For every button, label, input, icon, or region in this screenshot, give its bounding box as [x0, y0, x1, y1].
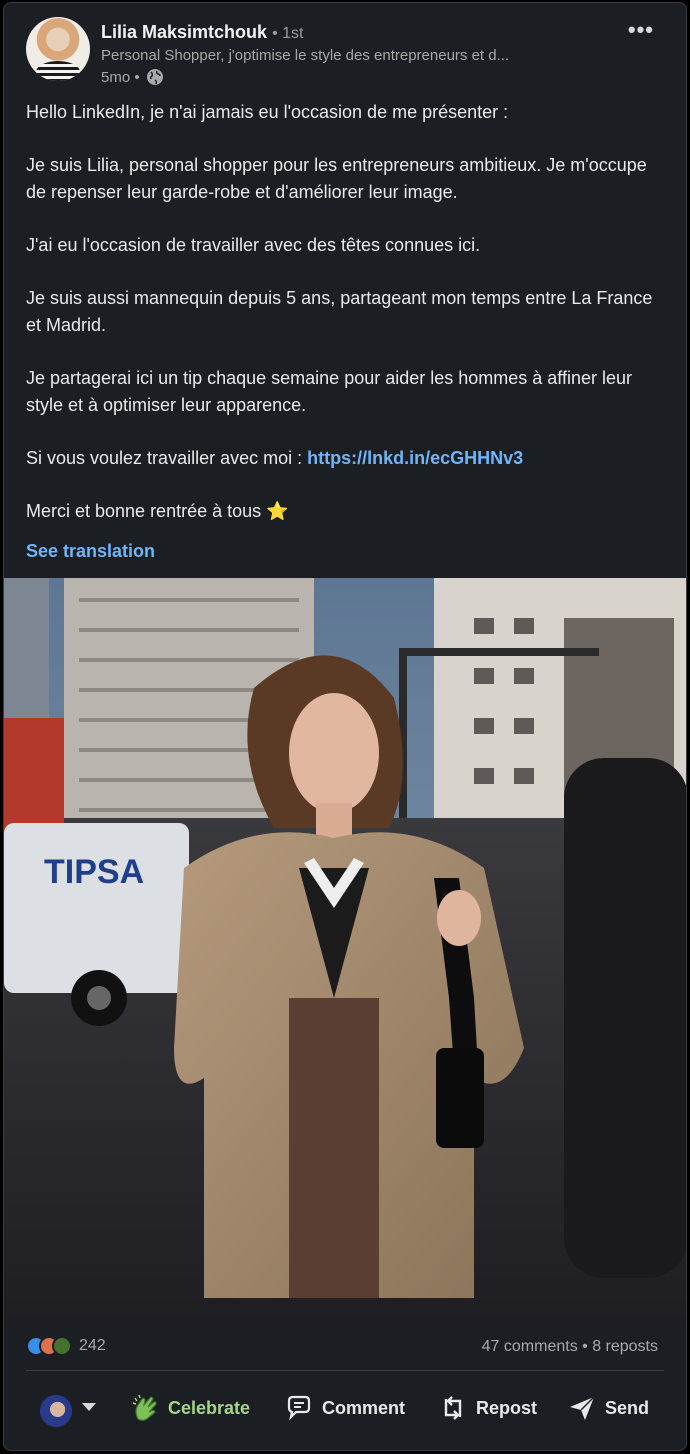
- reaction-as-avatar[interactable]: [40, 1395, 72, 1427]
- author-name-row[interactable]: Lilia Maksimtchouk • 1st: [101, 22, 303, 43]
- author-name[interactable]: Lilia Maksimtchouk: [101, 22, 267, 42]
- reactions-summary[interactable]: 242: [26, 1336, 106, 1356]
- post-header: Lilia Maksimtchouk • 1st Personal Shoppe…: [4, 3, 686, 93]
- post-link-paragraph: Si vous voulez travailler avec moi : htt…: [26, 445, 666, 472]
- repost-button[interactable]: Repost: [438, 1393, 537, 1423]
- action-bar: Celebrate Comment Repost Send: [4, 1383, 686, 1433]
- post-image[interactable]: TIPSA: [4, 578, 686, 1326]
- celebrate-button[interactable]: Celebrate: [130, 1393, 250, 1423]
- author-avatar[interactable]: [26, 17, 90, 81]
- comment-label: Comment: [322, 1397, 406, 1418]
- social-counts: 242 47 comments • 8 reposts: [4, 1333, 686, 1363]
- see-translation-link[interactable]: See translation: [26, 541, 155, 562]
- post-paragraph: J'ai eu l'occasion de travailler avec de…: [26, 234, 481, 255]
- globe-icon: [146, 69, 163, 85]
- caret-down-icon[interactable]: [82, 1403, 96, 1411]
- post-paragraph: Hello LinkedIn, je n'ai jamais eu l'occa…: [26, 102, 509, 122]
- post-paragraph: Je suis aussi mannequin depuis 5 ans, pa…: [26, 288, 653, 335]
- celebrate-reaction-icon: [52, 1336, 72, 1356]
- post-paragraph: Je suis Lilia, personal shopper pour les…: [26, 155, 647, 202]
- connection-degree: • 1st: [272, 25, 304, 42]
- send-label: Send: [605, 1397, 650, 1418]
- divider: [26, 1370, 664, 1371]
- comment-icon: [287, 1395, 311, 1421]
- reaction-count[interactable]: 242: [79, 1337, 106, 1355]
- post-link[interactable]: https://lnkd.in/ecGHHNv3: [307, 448, 523, 468]
- post-closing: Merci et bonne rentrée à tous ⭐: [26, 500, 289, 521]
- post-text: Hello LinkedIn, je n'ai jamais eu l'occa…: [26, 99, 666, 551]
- send-button[interactable]: Send: [567, 1393, 649, 1423]
- post-card: Lilia Maksimtchouk • 1st Personal Shoppe…: [3, 2, 687, 1451]
- repost-label: Repost: [476, 1397, 538, 1418]
- more-options-icon[interactable]: •••: [628, 17, 654, 43]
- truck-sign-text: TIPSA: [44, 853, 144, 891]
- author-headline: Personal Shopper, j'optimise le style de…: [101, 47, 510, 64]
- repost-icon: [444, 1396, 462, 1420]
- post-meta: 5mo •: [101, 68, 164, 86]
- celebrate-icon: [132, 1394, 157, 1421]
- post-paragraph: Je partagerai ici un tip chaque semaine …: [26, 367, 633, 415]
- comment-button[interactable]: Comment: [284, 1393, 405, 1423]
- send-icon: [570, 1396, 595, 1420]
- link-prefix: Si vous voulez travailler avec moi :: [26, 447, 308, 468]
- comments-reposts-count[interactable]: 47 comments • 8 reposts: [482, 1338, 658, 1356]
- post-time: 5mo •: [101, 68, 140, 86]
- celebrate-label: Celebrate: [168, 1397, 251, 1418]
